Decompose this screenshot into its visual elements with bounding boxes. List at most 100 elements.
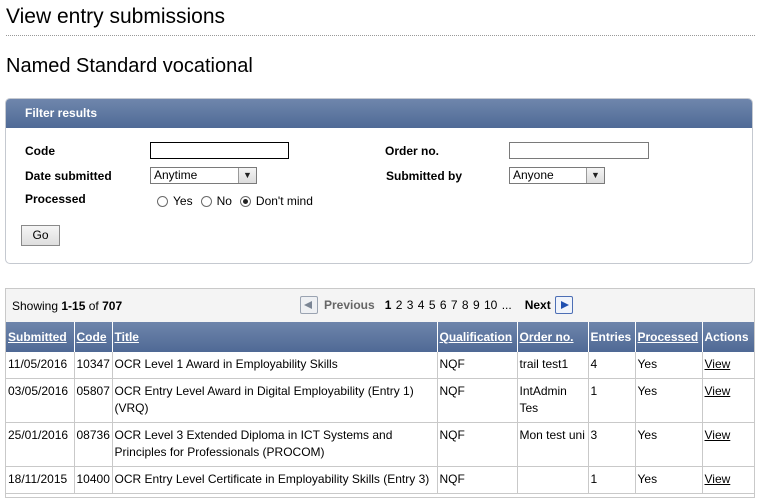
arrow-left-icon[interactable]	[300, 296, 318, 314]
cell-code: 10347	[74, 352, 113, 379]
cell-title: OCR Entry Level Certificate in Employabi…	[112, 466, 438, 494]
cell-title: OCR Level 3 Extended Diploma in ICT Syst…	[112, 422, 438, 467]
cell-qualification: NQF	[437, 466, 518, 494]
date-submitted-select[interactable]: Anytime ▼	[150, 167, 257, 184]
date-submitted-label: Date submitted	[25, 169, 112, 183]
column-header-processed[interactable]: Processed	[635, 322, 703, 352]
sort-link-submitted[interactable]: Submitted	[8, 330, 67, 344]
radio-button[interactable]	[200, 195, 212, 207]
cell-order-no: Mon test uni	[517, 422, 589, 467]
sort-link-processed[interactable]: Processed	[638, 330, 699, 344]
cell-title: OCR Level 1 Award in Employability Skill…	[112, 352, 438, 379]
pagination: Previous 1 2 3 4 5 6 7 8 9 10 ... Next	[300, 296, 573, 314]
cell-entries: 1	[588, 466, 636, 494]
radio-label: Yes	[173, 194, 193, 208]
cell-entries: 1	[588, 378, 636, 423]
showing-prefix: Showing	[12, 299, 62, 313]
page-link-1[interactable]: 1	[385, 298, 392, 312]
cell-order-no: IntAdmin Tes	[517, 378, 589, 423]
cell-code: 05807	[74, 378, 113, 423]
view-link[interactable]: View	[705, 428, 731, 442]
cell-processed: Yes	[635, 378, 703, 423]
order-no-label: Order no.	[385, 144, 440, 158]
sort-link-title[interactable]: Title	[115, 330, 139, 344]
previous-link[interactable]: Previous	[324, 298, 375, 312]
chevron-down-icon[interactable]: ▼	[586, 168, 604, 183]
cell-qualification: NQF	[437, 422, 518, 467]
page-title: View entry submissions	[6, 5, 226, 28]
showing-of: of	[85, 299, 103, 313]
page-link-6[interactable]: 6	[440, 298, 447, 312]
cell-processed: Yes	[635, 422, 703, 467]
column-header-title[interactable]: Title	[112, 322, 438, 352]
page-subtitle: Named Standard vocational	[6, 55, 253, 77]
cell-actions: View	[702, 422, 754, 467]
cell-order-no	[517, 466, 589, 494]
radio-button[interactable]	[157, 195, 168, 207]
column-header-submitted[interactable]: Submitted	[6, 322, 75, 352]
table-row: 11/05/2016 10347 OCR Level 1 Award in Em…	[6, 352, 754, 379]
column-header-qualification[interactable]: Qualification	[437, 322, 518, 352]
cell-code: 08736	[74, 422, 113, 467]
radio-button-selected[interactable]	[239, 195, 251, 207]
cell-title: OCR Entry Level Award in Digital Employa…	[112, 378, 438, 423]
cell-entries: 4	[588, 352, 636, 379]
cell-submitted: 25/01/2016	[6, 422, 75, 467]
processed-radio-group: Yes No Don't mind	[157, 194, 321, 208]
page-link-9[interactable]: 9	[473, 298, 480, 312]
cell-order-no: trail test1	[517, 352, 589, 379]
table-header-row: Submitted Code Title Qualification Order…	[6, 322, 754, 352]
cell-code: 10400	[74, 466, 113, 494]
page-link-3[interactable]: 3	[407, 298, 414, 312]
results-toolbar: Showing 1-15 of 707 Previous 1 2 3 4 5 6…	[6, 289, 754, 322]
arrow-right-icon[interactable]	[554, 296, 573, 314]
cell-submitted: 03/05/2016	[6, 378, 75, 423]
results-panel: Showing 1-15 of 707 Previous 1 2 3 4 5 6…	[5, 288, 755, 498]
cell-actions: View	[702, 352, 754, 379]
submitted-by-label: Submitted by	[386, 169, 463, 183]
page-link-2[interactable]: 2	[396, 298, 403, 312]
chevron-down-icon[interactable]: ▼	[238, 168, 256, 183]
code-label: Code	[25, 144, 55, 158]
cell-qualification: NQF	[437, 352, 518, 379]
order-no-input[interactable]	[509, 142, 649, 159]
view-link[interactable]: View	[705, 472, 731, 486]
submitted-by-value: Anyone	[513, 168, 554, 182]
next-link[interactable]: Next	[525, 298, 551, 312]
cell-actions: View	[702, 378, 754, 423]
page-link-10[interactable]: 10	[484, 298, 497, 312]
cell-submitted: 18/11/2015	[6, 466, 75, 494]
showing-count: Showing 1-15 of 707	[12, 299, 122, 313]
cell-submitted: 11/05/2016	[6, 352, 75, 379]
page-link-8[interactable]: 8	[462, 298, 469, 312]
sort-link-code[interactable]: Code	[77, 330, 107, 344]
sort-link-order-no[interactable]: Order no.	[520, 330, 574, 344]
view-link[interactable]: View	[705, 357, 731, 371]
page-link-5[interactable]: 5	[429, 298, 436, 312]
page-link-7[interactable]: 7	[451, 298, 458, 312]
cell-entries: 3	[588, 422, 636, 467]
page-link-4[interactable]: 4	[418, 298, 425, 312]
table-row: 03/05/2016 05807 OCR Entry Level Award i…	[6, 378, 754, 423]
processed-option-no[interactable]: No	[200, 194, 232, 208]
filter-header: Filter results	[6, 99, 752, 128]
view-link[interactable]: View	[705, 384, 731, 398]
column-header-code[interactable]: Code	[74, 322, 113, 352]
title-divider	[6, 35, 755, 36]
processed-option-dont-mind[interactable]: Don't mind	[239, 194, 313, 208]
column-header-actions: Actions	[702, 322, 754, 352]
radio-label: Don't mind	[255, 194, 313, 208]
sort-link-qualification[interactable]: Qualification	[440, 330, 513, 344]
column-header-order-no[interactable]: Order no.	[517, 322, 589, 352]
page-links: 1 2 3 4 5 6 7 8 9 10 ...	[385, 298, 513, 312]
date-submitted-value: Anytime	[154, 168, 198, 182]
processed-label: Processed	[25, 192, 86, 206]
go-button[interactable]: Go	[21, 225, 60, 246]
showing-range: 1-15	[61, 299, 86, 313]
code-input[interactable]	[150, 142, 289, 159]
table-row: 25/01/2016 08736 OCR Level 3 Extended Di…	[6, 422, 754, 467]
submitted-by-select[interactable]: Anyone ▼	[509, 167, 605, 184]
processed-option-yes[interactable]: Yes	[157, 194, 193, 208]
submissions-table: Submitted Code Title Qualification Order…	[6, 322, 754, 494]
column-header-entries: Entries	[588, 322, 636, 352]
